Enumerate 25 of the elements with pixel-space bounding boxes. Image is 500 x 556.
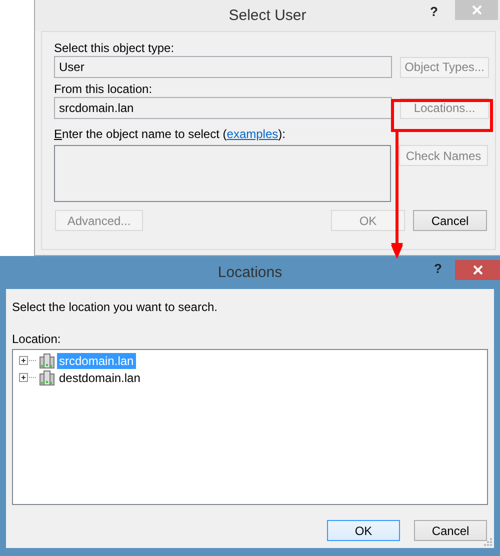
close-button[interactable] [455,260,500,280]
tree-label: Location: [12,332,62,346]
tree-item[interactable]: srcdomain.lan [57,352,136,368]
help-button[interactable]: ? [430,4,438,19]
text-field[interactable]: srcdomain.lan [54,97,392,119]
instruction-text: Select the location you want to search. [12,300,218,314]
help-button[interactable]: ? [434,261,442,276]
expand-icon[interactable] [19,372,37,383]
name-input-field[interactable] [54,145,391,202]
ok-button[interactable]: OK [327,520,400,541]
close-icon[interactable] [472,265,482,275]
cancel-button[interactable]: Cancel [413,210,487,231]
server-group-icon [39,370,55,386]
expand-icon[interactable] [19,355,37,366]
cancel-button[interactable]: Cancel [414,520,487,541]
window-title: Locations [218,264,282,281]
server-group-icon [39,352,55,368]
text-field[interactable]: User [54,56,392,78]
examples-link[interactable]: examples [226,127,278,141]
window-title: Select User [228,7,306,24]
field-label: From this location: [54,82,154,96]
resize-grip-icon[interactable] [484,538,492,546]
tree-item[interactable]: destdomain.lan [57,370,142,386]
field-label: Enter the object name to select (examples): [54,127,286,141]
field-label: Select this object type: [54,41,176,55]
